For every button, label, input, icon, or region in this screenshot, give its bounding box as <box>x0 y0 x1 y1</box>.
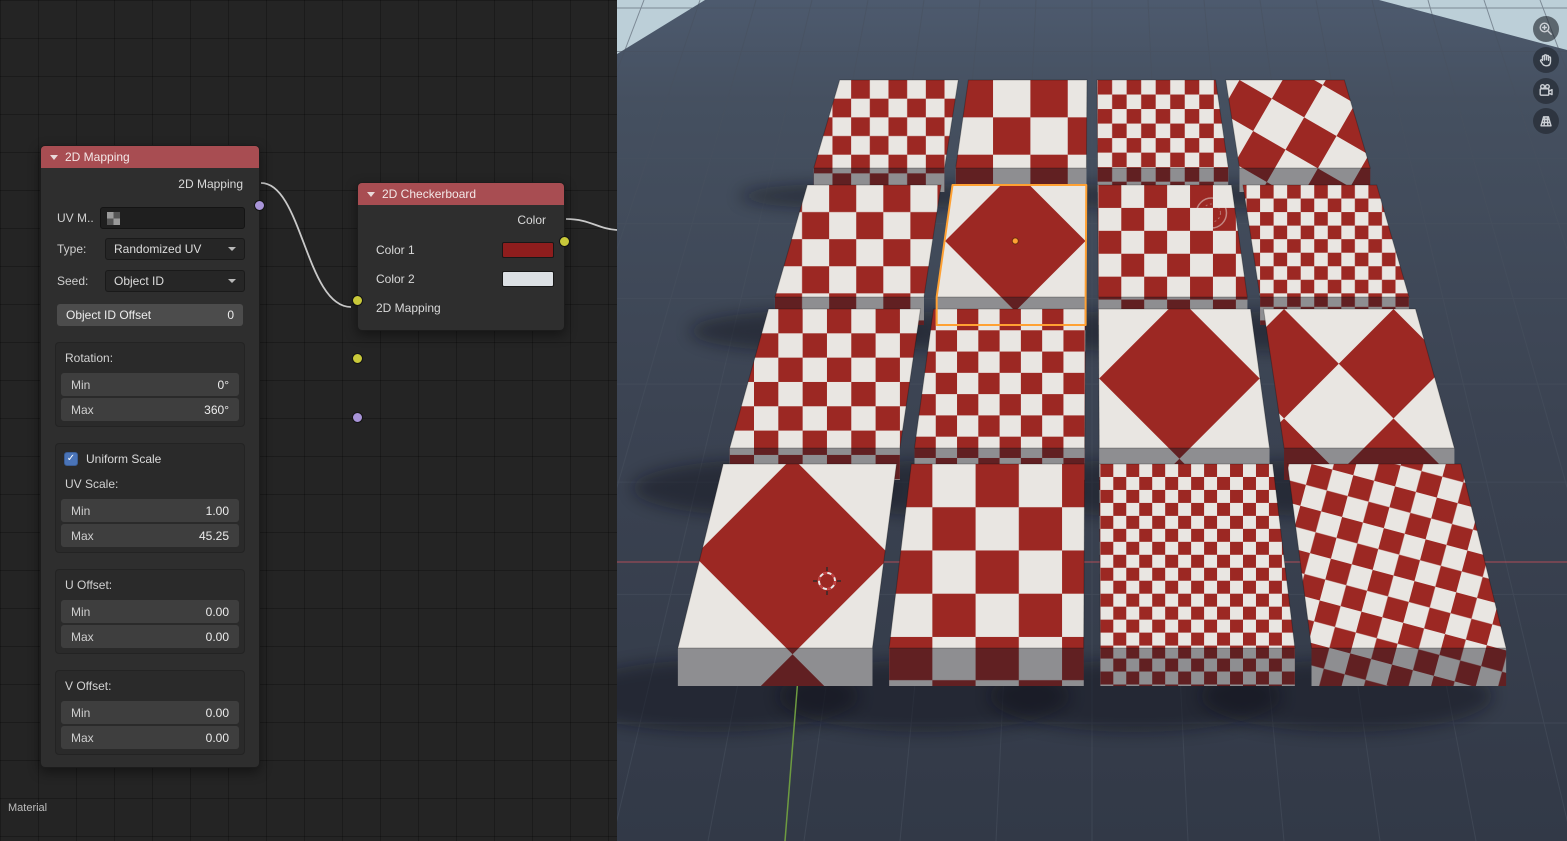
ortho-toggle-button[interactable] <box>1533 108 1559 134</box>
color1-label: Color 1 <box>376 243 415 257</box>
seed-label: Seed: <box>57 274 105 288</box>
node-2d-mapping[interactable]: 2D Mapping 2D Mapping UV M.. Type: Ra <box>40 145 260 768</box>
socket-2d-mapping-input[interactable] <box>352 412 363 423</box>
rotation-label: Rotation: <box>61 348 239 371</box>
uv-scale-max-field[interactable]: Max 45.25 <box>61 524 239 547</box>
u-offset-label: U Offset: <box>61 575 239 598</box>
socket-color1-input[interactable] <box>352 295 363 306</box>
uv-map-label: UV M.. <box>57 211 94 225</box>
type-value: Randomized UV <box>114 242 201 256</box>
socket-2d-mapping-output[interactable] <box>254 200 265 211</box>
socket-color2-input[interactable] <box>352 353 363 364</box>
type-select[interactable]: Randomized UV <box>105 238 245 260</box>
wire-mapping-to-checkerboard <box>261 183 351 307</box>
checker-cube[interactable] <box>1098 185 1248 325</box>
uv-map-row: UV M.. <box>57 206 245 230</box>
uv-scale-label: UV Scale: <box>61 474 239 497</box>
dropdown-chevron-icon <box>228 279 236 283</box>
v-offset-panel: V Offset: Min 0.00 Max 0.00 <box>55 670 245 755</box>
viewport-canvas[interactable] <box>617 0 1567 841</box>
camera-icon <box>1538 83 1554 99</box>
node-2d-checkerboard[interactable]: 2D Checkerboard Color Color 1 Color 2 2D… <box>357 182 565 331</box>
u-offset-panel: U Offset: Min 0.00 Max 0.00 <box>55 569 245 654</box>
object-id-offset-label: Object ID Offset <box>66 308 151 322</box>
pan-button[interactable] <box>1533 47 1559 73</box>
checker-cube[interactable] <box>1097 80 1228 192</box>
u-offset-max-field[interactable]: Max 0.00 <box>61 625 239 648</box>
editor-type-label: Material <box>8 802 47 814</box>
socket-color-output[interactable] <box>559 236 570 247</box>
seed-value: Object ID <box>114 274 164 288</box>
uniform-scale-label: Uniform Scale <box>86 452 161 466</box>
v-offset-min-field[interactable]: Min 0.00 <box>61 701 239 724</box>
viewport-3d[interactable] <box>617 0 1567 841</box>
node-header-2d-mapping[interactable]: 2D Mapping <box>41 146 259 168</box>
v-offset-max-field[interactable]: Max 0.00 <box>61 726 239 749</box>
v-offset-label: V Offset: <box>61 676 239 699</box>
collapse-arrow-icon[interactable] <box>50 155 58 160</box>
uv-map-icon <box>107 212 120 225</box>
type-row: Type: Randomized UV <box>57 238 245 260</box>
checker-cube[interactable] <box>937 185 1087 325</box>
mapping-input-label: 2D Mapping <box>376 301 441 315</box>
uniform-scale-panel: ✓ Uniform Scale UV Scale: Min 1.00 Max 4… <box>55 443 245 553</box>
collapse-arrow-icon[interactable] <box>367 192 375 197</box>
dropdown-chevron-icon <box>228 247 236 251</box>
output-label: 2D Mapping <box>178 177 243 191</box>
object-origin-dot <box>1012 238 1018 244</box>
color2-swatch[interactable] <box>502 271 554 287</box>
camera-view-button[interactable] <box>1533 78 1559 104</box>
seed-select[interactable]: Object ID <box>105 270 245 292</box>
shader-node-editor[interactable]: 2D Mapping 2D Mapping UV M.. Type: Ra <box>0 0 617 841</box>
type-label: Type: <box>57 242 105 256</box>
node-title: 2D Mapping <box>65 150 130 164</box>
color2-label: Color 2 <box>376 272 415 286</box>
color-output-label: Color <box>517 213 546 227</box>
rotation-max-field[interactable]: Max 360° <box>61 398 239 421</box>
uv-map-field[interactable] <box>100 207 245 229</box>
color2-row: Color 2 <box>358 264 564 293</box>
zoom-icon <box>1538 21 1554 37</box>
rotation-panel: Rotation: Min 0° Max 360° <box>55 342 245 427</box>
checker-cube[interactable] <box>956 80 1087 192</box>
grid-ortho-icon <box>1538 113 1554 129</box>
rotation-min-field[interactable]: Min 0° <box>61 373 239 396</box>
color1-swatch[interactable] <box>502 242 554 258</box>
uniform-scale-checkbox[interactable]: ✓ <box>64 452 78 466</box>
color-output-row: Color <box>358 205 564 235</box>
output-row-2d-mapping: 2D Mapping <box>41 168 259 200</box>
wire-color-output <box>566 219 617 230</box>
color1-row: Color 1 <box>358 235 564 264</box>
checker-cube[interactable] <box>1099 464 1294 686</box>
u-offset-min-field[interactable]: Min 0.00 <box>61 600 239 623</box>
uniform-scale-row: ✓ Uniform Scale <box>61 449 239 474</box>
checker-cube[interactable] <box>889 464 1084 686</box>
node-header-2d-checkerboard[interactable]: 2D Checkerboard <box>358 183 564 205</box>
uv-scale-min-field[interactable]: Min 1.00 <box>61 499 239 522</box>
zoom-button[interactable] <box>1533 16 1559 42</box>
object-id-offset-value: 0 <box>227 308 234 322</box>
checker-cube[interactable] <box>1099 309 1270 480</box>
seed-row: Seed: Object ID <box>57 270 245 292</box>
object-id-offset-field[interactable]: Object ID Offset 0 <box>57 304 243 326</box>
checker-cube[interactable] <box>914 309 1085 480</box>
node-title: 2D Checkerboard <box>382 187 476 201</box>
blender-window: 2D Mapping 2D Mapping UV M.. Type: Ra <box>0 0 1567 841</box>
mapping-input-row: 2D Mapping <box>358 293 564 323</box>
checker-cube[interactable] <box>1226 80 1370 192</box>
checker-cube[interactable] <box>814 80 958 192</box>
pan-hand-icon <box>1538 52 1554 68</box>
